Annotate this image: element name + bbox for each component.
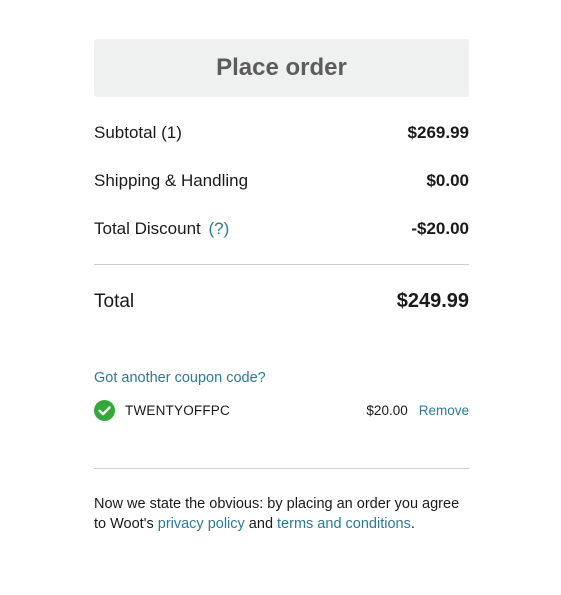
coupon-code-link[interactable]: Got another coupon code? <box>94 370 266 386</box>
shipping-value: $0.00 <box>426 171 469 190</box>
total-label: Total <box>94 290 135 312</box>
place-order-button[interactable]: Place order <box>94 39 469 97</box>
discount-value: -$20.00 <box>411 219 469 238</box>
discount-label-group: Total Discount (?) <box>94 219 229 239</box>
order-summary: Place order Subtotal (1) $269.99 Shippin… <box>94 39 469 532</box>
total-value: $249.99 <box>396 290 469 312</box>
total-row: Total $249.99 <box>94 290 469 313</box>
applied-coupon-row: TWENTYOFFPC $20.00 Remove <box>94 399 469 421</box>
divider <box>94 468 469 469</box>
check-circle-icon <box>94 399 115 421</box>
legal-text-after: . <box>410 516 415 532</box>
shipping-row: Shipping & Handling $0.00 <box>94 171 469 191</box>
subtotal-label: Subtotal (1) <box>94 123 182 142</box>
remove-coupon-link[interactable]: Remove <box>419 403 469 418</box>
privacy-policy-link[interactable]: privacy policy <box>158 516 245 532</box>
coupon-code: TWENTYOFFPC <box>125 402 230 418</box>
coupon-amount: $20.00 <box>366 402 408 418</box>
divider <box>94 264 469 265</box>
subtotal-value: $269.99 <box>407 123 469 142</box>
legal-notice: Now we state the obvious: by placing an … <box>94 494 469 534</box>
subtotal-row: Subtotal (1) $269.99 <box>94 123 469 143</box>
discount-help-link[interactable]: (?) <box>209 219 230 238</box>
discount-label: Total Discount <box>94 219 201 238</box>
discount-row: Total Discount (?) -$20.00 <box>94 219 469 239</box>
shipping-label: Shipping & Handling <box>94 171 249 190</box>
terms-link[interactable]: terms and conditions <box>277 516 411 532</box>
legal-text-middle: and <box>244 516 278 532</box>
